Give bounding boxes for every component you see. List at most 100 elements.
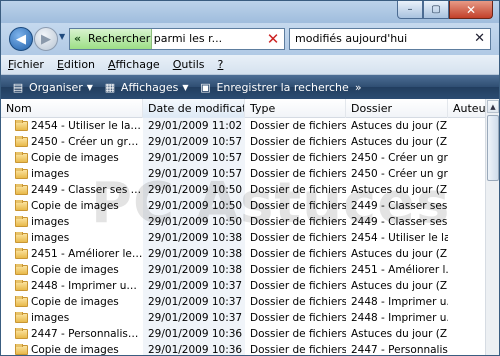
table-row[interactable]: images 29/01/2009 10:38 Dossier de fichier… [1, 230, 485, 246]
date-cell: 29/01/2009 10:36 [143, 326, 245, 342]
folder-icon [15, 248, 28, 259]
folder-cell: Astuces du jour (Z:) [351, 120, 448, 132]
date-cell: 29/01/2009 10:50 [143, 182, 245, 198]
type-cell: Dossier de fichiers [250, 232, 346, 244]
date-cell: 29/01/2009 10:57 [143, 134, 245, 150]
type-cell: Dossier de fichiers [250, 136, 346, 148]
scroll-up-icon[interactable]: ▲ [487, 100, 499, 113]
table-row[interactable]: Copie de images 29/01/2009 10:36 Dossier d… [1, 342, 485, 355]
folder-cell: Astuces du jour (Z:) [351, 136, 448, 148]
table-row[interactable]: Copie de images 29/01/2009 10:50 Dossier d… [1, 198, 485, 214]
folder-cell: 2448 - Imprimer u... [351, 296, 448, 308]
folder-cell: 2454 - Utiliser le la... [351, 232, 448, 244]
column-headers: Nom Date de modificati... Type Dossier A… [1, 99, 485, 118]
file-name: 2448 - Imprimer un ind... [31, 280, 143, 292]
title-bar: – ▢ ✕ [1, 1, 499, 23]
table-row[interactable]: 2451 - Améliorer le son...29/01/2009 10:… [1, 246, 485, 262]
navigation-bar: ◀ ▶ ▼ « Rechercher parmi les r... ✕ modi… [1, 23, 499, 55]
file-name: images [31, 312, 70, 324]
table-row[interactable]: 2454 - Utiliser le langa...29/01/2009 11… [1, 118, 485, 134]
folder-icon [15, 184, 28, 195]
name-cell: Copie de images [1, 344, 143, 355]
column-header-type[interactable]: Type [245, 99, 346, 118]
address-bar[interactable]: « Rechercher parmi les r... [69, 28, 285, 50]
organize-button[interactable]: ▤ Organiser ▼ [11, 81, 93, 94]
table-row[interactable]: Copie de images 29/01/2009 10:37 Dossier d… [1, 294, 485, 310]
type-cell: Dossier de fichiers [250, 312, 346, 324]
file-name: 2447 - Personnaliser l'a... [31, 328, 143, 340]
name-cell: 2449 - Classer ses mar... [1, 184, 143, 196]
breadcrumb-overflow-icon[interactable]: « [74, 32, 81, 45]
date-cell: 29/01/2009 10:36 [143, 342, 245, 355]
date-cell: 29/01/2009 10:50 [143, 198, 245, 214]
folder-icon [15, 136, 28, 147]
chevron-down-icon: ▼ [182, 82, 189, 92]
file-name: Copie de images [31, 200, 119, 212]
table-row[interactable]: Copie de images 29/01/2009 10:57 Dossier d… [1, 150, 485, 166]
name-cell: images [1, 168, 143, 180]
name-cell: 2454 - Utiliser le langa... [1, 120, 143, 132]
back-arrow-icon: ◀ [16, 31, 26, 47]
vertical-scrollbar[interactable]: ▲ [485, 99, 499, 355]
name-cell: Copie de images [1, 200, 143, 212]
minimize-button[interactable]: – [397, 1, 423, 19]
file-name: 2449 - Classer ses mar... [31, 184, 143, 196]
column-header-name[interactable]: Nom [1, 99, 143, 118]
table-row[interactable]: images 29/01/2009 10:37 Dossier de fichier… [1, 310, 485, 326]
explorer-window: – ▢ ✕ ◀ ▶ ▼ « Rechercher parmi les r... … [0, 0, 500, 356]
name-cell: 2450 - Créer un graphi... [1, 136, 143, 148]
folder-cell: 2448 - Imprimer u... [351, 312, 448, 324]
forward-button[interactable]: ▶ [34, 27, 58, 51]
file-list: 2454 - Utiliser le langa...29/01/2009 11… [1, 118, 485, 355]
chevron-down-icon: ▼ [86, 82, 93, 92]
name-cell: 2451 - Améliorer le son... [1, 248, 143, 260]
scroll-thumb[interactable] [487, 115, 499, 181]
table-row[interactable]: images 29/01/2009 10:50 Dossier de fichier… [1, 214, 485, 230]
folder-icon [15, 152, 28, 163]
folder-cell: Astuces du jour (Z:) [351, 280, 448, 292]
maximize-button[interactable]: ▢ [423, 1, 449, 19]
folder-icon [15, 280, 28, 291]
clear-search-icon[interactable]: ✕ [474, 31, 485, 46]
table-row[interactable]: 2447 - Personnaliser l'a...29/01/2009 10… [1, 326, 485, 342]
name-cell: images [1, 216, 143, 228]
file-name: 2451 - Améliorer le son... [31, 248, 143, 260]
folder-icon [15, 328, 28, 339]
views-icon: ▦ [104, 80, 116, 94]
date-cell: 29/01/2009 10:38 [143, 230, 245, 246]
back-button[interactable]: ◀ [9, 27, 33, 51]
file-name: 2450 - Créer un graphi... [31, 136, 143, 148]
menu-aide[interactable]: ? [218, 58, 224, 71]
views-button[interactable]: ▦ Affichages ▼ [103, 81, 189, 94]
menu-edition[interactable]: Edition [57, 58, 95, 71]
search-input[interactable]: modifiés aujourd'hui ✕ [289, 28, 491, 50]
table-row[interactable]: 2448 - Imprimer un ind...29/01/2009 10:3… [1, 278, 485, 294]
menu-affichage[interactable]: Affichage [108, 58, 160, 71]
recent-pages-dropdown[interactable]: ▼ [59, 32, 67, 44]
type-cell: Dossier de fichiers [250, 264, 346, 276]
name-cell: Copie de images [1, 264, 143, 276]
stop-search-button[interactable]: ✕ [263, 29, 283, 49]
column-header-author[interactable]: Auteu [448, 99, 485, 118]
more-commands-icon[interactable]: » [355, 81, 362, 94]
close-button[interactable]: ✕ [449, 1, 493, 19]
table-row[interactable]: 2450 - Créer un graphi...29/01/2009 10:5… [1, 134, 485, 150]
folder-cell: 2450 - Créer un gr... [351, 152, 448, 164]
table-row[interactable]: Copie de images 29/01/2009 10:38 Dossier d… [1, 262, 485, 278]
column-header-folder[interactable]: Dossier [346, 99, 448, 118]
folder-cell: 2449 - Classer ses ... [351, 200, 448, 212]
type-cell: Dossier de fichiers [250, 248, 346, 260]
folder-cell: Astuces du jour (Z:) [351, 328, 448, 340]
address-text: Rechercher parmi les r... [88, 32, 223, 45]
menu-outils[interactable]: Outils [173, 58, 205, 71]
name-cell: images [1, 312, 143, 324]
folder-cell: 2451 - Améliorer l... [351, 264, 448, 276]
folder-icon [15, 296, 28, 307]
table-row[interactable]: images 29/01/2009 10:57 Dossier de fichier… [1, 166, 485, 182]
date-cell: 29/01/2009 10:37 [143, 294, 245, 310]
menu-fichier[interactable]: Fichier [8, 58, 44, 71]
table-row[interactable]: 2449 - Classer ses mar...29/01/2009 10:5… [1, 182, 485, 198]
column-header-date[interactable]: Date de modificati... [143, 99, 245, 118]
save-search-button[interactable]: ▣ Enregistrer la recherche » [198, 81, 361, 94]
type-cell: Dossier de fichiers [250, 216, 346, 228]
